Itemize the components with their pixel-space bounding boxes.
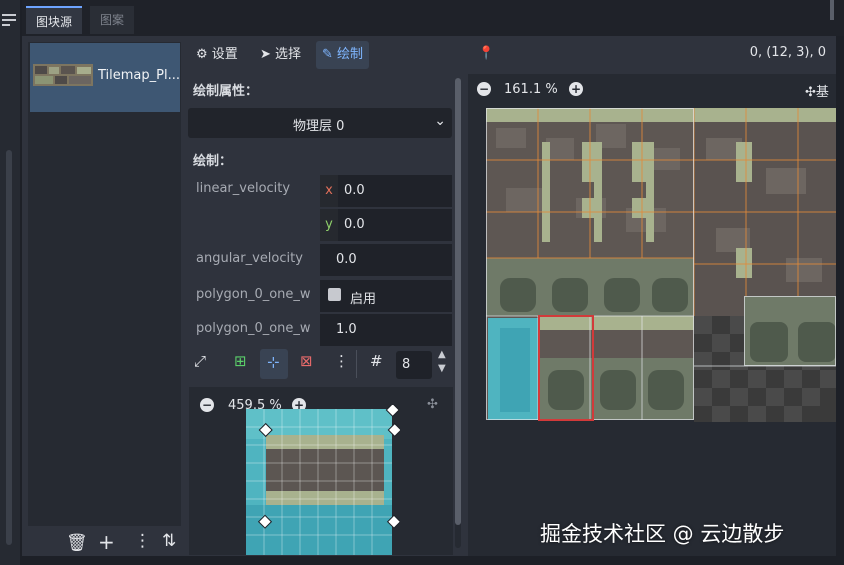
polygon-one-way-label: polygon_0_one_w: [196, 287, 311, 302]
add-icon[interactable]: +: [98, 530, 115, 554]
chevron-down-icon: ⌄: [434, 113, 446, 129]
setup-button[interactable]: ⚙ 设置: [190, 41, 244, 69]
add-tile-icon[interactable]: ⊞: [234, 352, 247, 370]
paint-button[interactable]: ✎ 绘制: [316, 41, 370, 69]
one-way-margin-value: 1.0: [336, 322, 357, 337]
watermark: 掘金技术社区 @ 云边散步: [540, 522, 785, 546]
atlas-canvas: [486, 108, 836, 422]
polygon-one-way-margin-label: polygon_0_one_w: [196, 321, 311, 336]
source-item-label: Tilemap_Pl...: [98, 68, 180, 83]
center-view-icon: ✣: [805, 85, 816, 100]
atlas-top-right-label: 基: [815, 85, 829, 100]
tab-tile-sources[interactable]: 图块源: [26, 6, 83, 34]
top-scrollbar[interactable]: [830, 0, 834, 20]
snap-value: 8: [402, 357, 411, 372]
paint-header: 绘制：: [193, 154, 233, 169]
more-options-icon[interactable]: ⋮: [134, 531, 151, 551]
angular-velocity-label: angular_velocity: [196, 251, 303, 266]
dropdown-value: 物理层 0: [293, 119, 345, 134]
select-tile-button[interactable]: ⊹: [260, 349, 288, 379]
tab-patterns[interactable]: 图案: [90, 6, 135, 34]
linear-velocity-y-field[interactable]: y 0.0: [320, 209, 452, 241]
enable-label: 启用: [350, 292, 377, 307]
physics-layer-dropdown[interactable]: 物理层 0 ⌄: [188, 108, 452, 138]
left-scrollbar[interactable]: [6, 150, 12, 545]
x-value: 0.0: [344, 183, 365, 198]
tileset-thumbnail: [33, 64, 93, 86]
y-value: 0.0: [344, 217, 365, 232]
x-axis-label: x: [320, 175, 338, 207]
scrollbar-thumb[interactable]: [455, 78, 461, 525]
select-button[interactable]: ➤ 选择: [254, 41, 307, 69]
more-icon[interactable]: ⋮: [334, 352, 349, 370]
left-dock-strip: [0, 0, 20, 565]
select-tile-icon: ⊹: [267, 353, 280, 371]
snap-spinbox[interactable]: 8: [396, 351, 432, 379]
menu-icon[interactable]: [2, 14, 16, 26]
brush-icon: ✎: [322, 47, 333, 62]
zoom-out-icon[interactable]: −: [200, 398, 214, 412]
atlas-center-view-button[interactable]: ✣基: [805, 81, 829, 100]
enable-checkbox[interactable]: [328, 288, 341, 301]
properties-scrollbar[interactable]: [455, 78, 461, 548]
spinbox-arrows-icon[interactable]: ▲ ▼: [438, 348, 446, 376]
y-axis-label: y: [320, 209, 338, 241]
expand-icon[interactable]: ⤢: [194, 352, 206, 370]
center-view-icon[interactable]: ✣: [427, 397, 438, 412]
cursor-icon: ➤: [260, 47, 271, 62]
setup-icon: ⚙: [196, 47, 208, 62]
source-list: [28, 42, 181, 526]
angular-velocity-value: 0.0: [336, 252, 357, 267]
paint-properties-header: 绘制属性：: [193, 84, 259, 99]
delete-icon[interactable]: 🗑: [66, 533, 88, 553]
remove-tile-icon[interactable]: ⊠: [300, 352, 313, 370]
linear-velocity-label: linear_velocity: [196, 181, 291, 196]
select-label: 选择: [275, 47, 302, 62]
atlas-zoom-in-icon[interactable]: +: [569, 82, 583, 96]
grid-snap-icon[interactable]: #: [370, 352, 383, 370]
linear-velocity-x-field[interactable]: x 0.0: [320, 175, 452, 207]
pin-icon[interactable]: 📍: [478, 46, 494, 61]
tile-preview-canvas: [246, 405, 400, 555]
atlas-zoom-level: 161.1 %: [504, 82, 558, 97]
polygon-one-way-margin-field[interactable]: 1.0: [320, 314, 452, 346]
divider: [356, 350, 357, 378]
tile-coordinates: 0, (12, 3), 0: [749, 45, 826, 60]
atlas-zoom-out-icon[interactable]: −: [477, 82, 491, 96]
sort-icon[interactable]: ⇅: [162, 531, 176, 551]
paint-label: 绘制: [337, 47, 364, 62]
setup-label: 设置: [211, 47, 238, 62]
angular-velocity-field[interactable]: 0.0: [320, 244, 452, 276]
tab-bar: [22, 0, 844, 36]
